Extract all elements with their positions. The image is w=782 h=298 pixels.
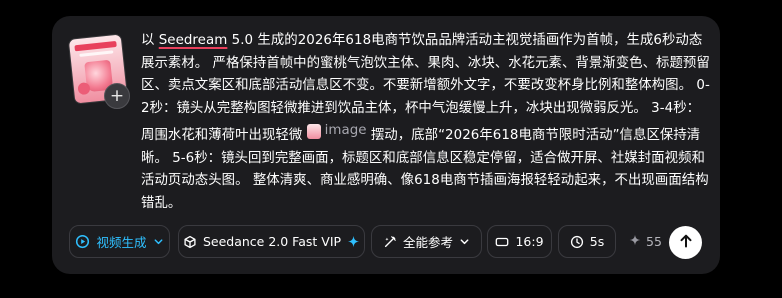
cube-icon (183, 235, 197, 249)
inline-image-thumbnail (306, 124, 321, 140)
reference-mode-selector[interactable]: 全能参考 (371, 225, 482, 258)
duration-label: 5s (589, 234, 605, 249)
aspect-ratio-label: 16:9 (515, 234, 544, 249)
video-play-icon (75, 234, 90, 249)
chevron-down-icon (459, 236, 470, 247)
plus-icon: + (109, 85, 125, 106)
send-button[interactable] (669, 226, 702, 259)
model-selector[interactable]: Seedance 2.0 Fast VIP (178, 225, 365, 258)
chevron-down-icon (153, 236, 164, 247)
add-reference-button[interactable]: + (104, 83, 130, 109)
mode-selector[interactable]: 视频生成 (69, 225, 170, 258)
credit-cost: 55 (629, 225, 662, 258)
prompt-segment-2: 5.0 生成的2026年618电商节饮品品牌活动主视觉插画作为首帧，生成6秒动态… (141, 33, 710, 144)
clock-icon (570, 235, 584, 249)
sparkle-icon (629, 234, 641, 249)
prompt-text[interactable]: 以 Seedream 5.0 生成的2026年618电商节饮品品牌活动主视觉插画… (141, 30, 711, 216)
reference-label: 全能参考 (402, 235, 453, 250)
credit-cost-value: 55 (646, 234, 662, 249)
duration-selector[interactable]: 5s (558, 225, 616, 258)
mode-label: 视频生成 (96, 235, 147, 250)
thumbnail-peach (77, 81, 91, 96)
aspect-ratio-selector[interactable]: 16:9 (487, 225, 552, 258)
arrow-up-icon (678, 233, 694, 253)
model-label: Seedance 2.0 Fast VIP (202, 234, 342, 249)
inline-image-label: image (324, 123, 367, 139)
sparkle-icon (347, 235, 360, 248)
prompt-segment-1: 以 (141, 33, 159, 48)
inline-image-reference[interactable]: image (306, 120, 367, 143)
prompt-composer-card: + 以 Seedream 5.0 生成的2026年618电商节饮品品牌活动主视觉… (52, 16, 720, 274)
aspect-ratio-icon (495, 236, 509, 248)
magic-reference-icon (383, 235, 397, 249)
prompt-model-mention: Seedream (158, 33, 228, 48)
thumbnail-subtitle-bar (79, 50, 114, 57)
